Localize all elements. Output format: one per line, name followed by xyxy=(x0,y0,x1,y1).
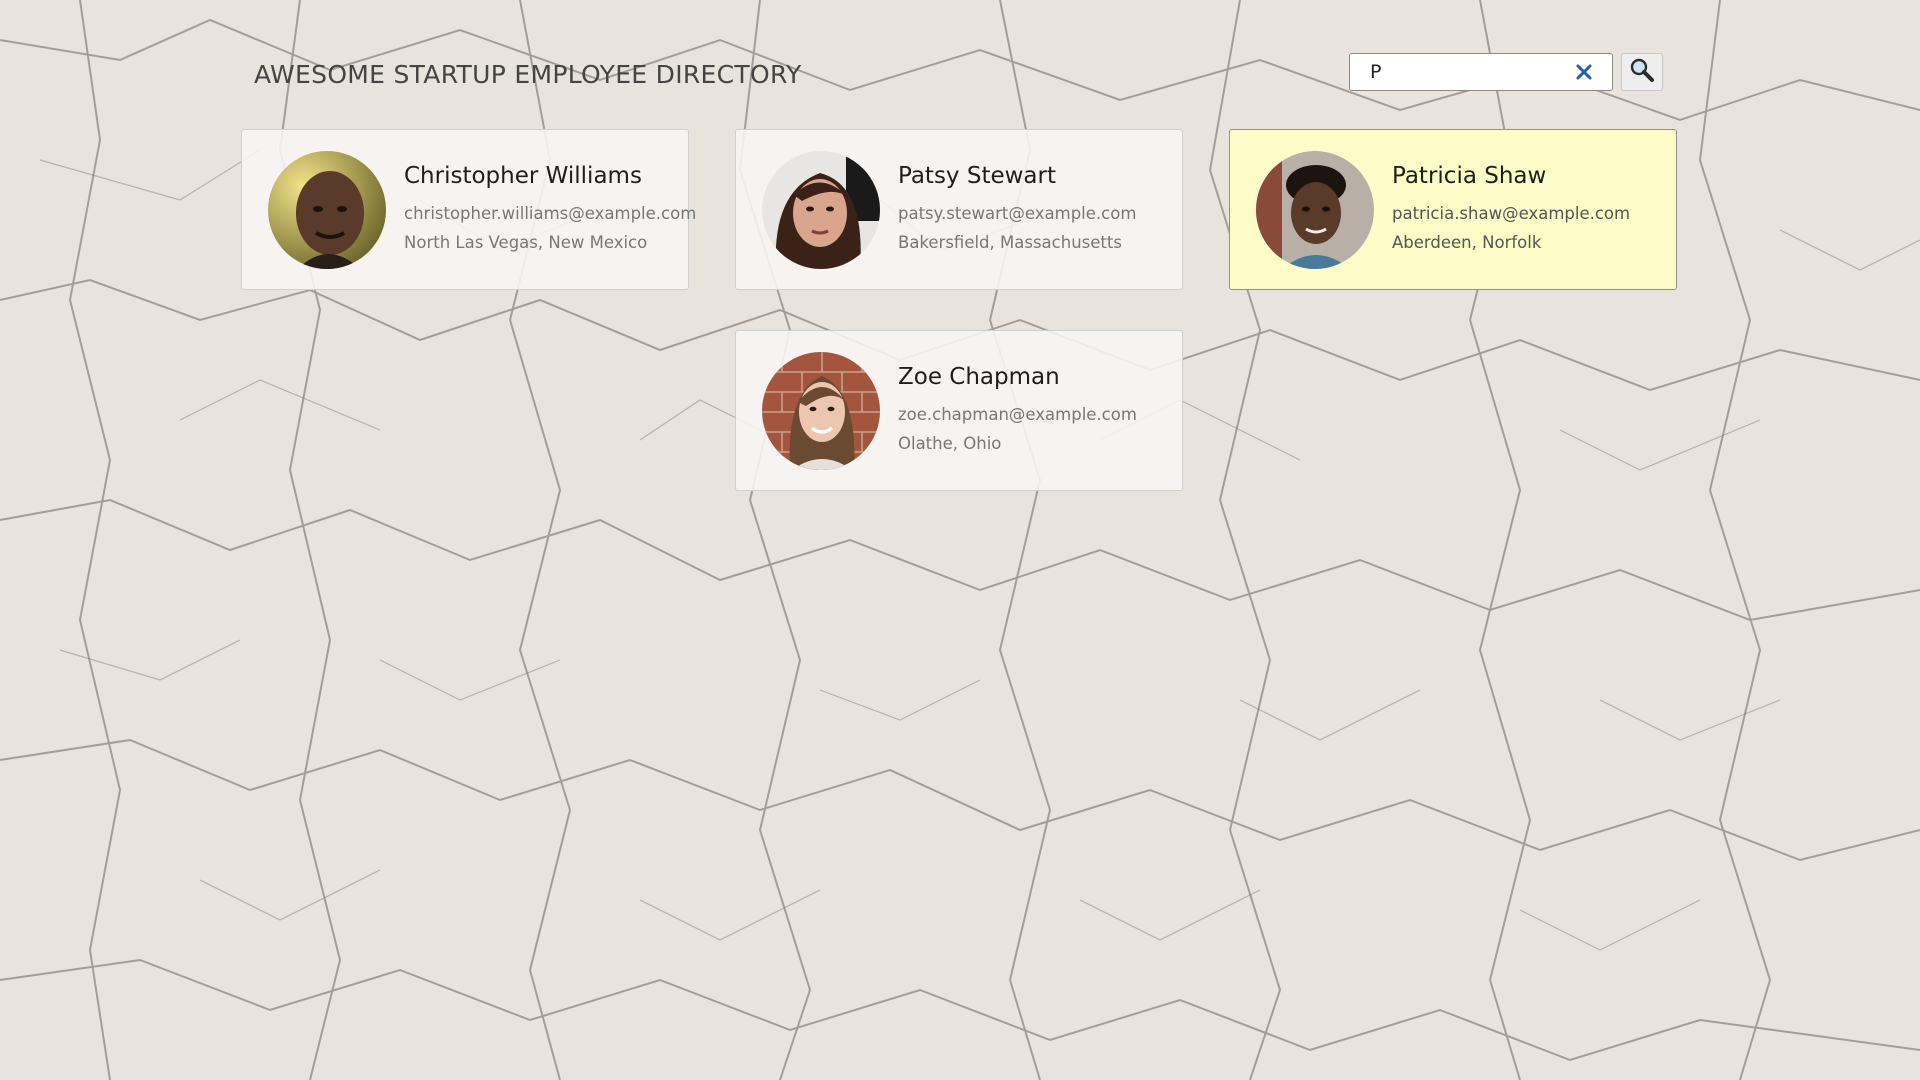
employee-info: Zoe Chapman zoe.chapman@example.com Olat… xyxy=(898,364,1137,458)
employee-name: Patricia Shaw xyxy=(1392,162,1547,189)
employee-location: Aberdeen, Norfolk xyxy=(1392,232,1542,252)
employee-email: patricia.shaw@example.com xyxy=(1392,203,1631,223)
search-input[interactable] xyxy=(1350,55,1570,89)
avatar xyxy=(1256,150,1374,269)
avatar xyxy=(268,150,386,269)
employee-name: Zoe Chapman xyxy=(898,363,1060,390)
employee-card[interactable]: Christopher Williams christopher.william… xyxy=(241,129,696,290)
search-button[interactable] xyxy=(1621,53,1663,91)
employee-info: Christopher Williams christopher.william… xyxy=(404,163,696,257)
avatar xyxy=(762,351,880,470)
directory-page: AWESOME STARTUP EMPLOYEE DIRECTORY P Chr… xyxy=(0,0,1920,1080)
employee-name: Patsy Stewart xyxy=(898,162,1057,189)
employee-card[interactable]: Zoe Chapman zoe.chapman@example.com Olat… xyxy=(735,330,1183,491)
search-form xyxy=(1349,53,1663,91)
employee-info: Patricia Shaw patricia.shaw@example.com … xyxy=(1392,163,1630,257)
employee-email: patsy.stewart@example.com xyxy=(898,203,1137,223)
employee-card-highlighted[interactable]: Patricia Shaw patricia.shaw@example.com … xyxy=(1229,129,1677,290)
employee-info: Patsy Stewart patsy.stewart@example.com … xyxy=(898,163,1136,257)
employee-card[interactable]: Patsy Stewart patsy.stewart@example.com … xyxy=(735,129,1183,290)
employee-email: christopher.williams@example.com xyxy=(404,203,697,223)
employee-location: Bakersfield, Massachusetts xyxy=(898,232,1122,252)
search-field[interactable] xyxy=(1349,53,1613,91)
employee-location: North Las Vegas, New Mexico xyxy=(404,232,648,252)
employee-name: Christopher Williams xyxy=(404,162,642,189)
search-icon xyxy=(1629,57,1655,87)
page-title: AWESOME STARTUP EMPLOYEE DIRECTORY xyxy=(254,60,802,89)
close-icon[interactable] xyxy=(1574,62,1594,82)
employee-email: zoe.chapman@example.com xyxy=(898,404,1137,424)
employee-location: Olathe, Ohio xyxy=(898,433,1002,453)
avatar xyxy=(762,150,880,269)
